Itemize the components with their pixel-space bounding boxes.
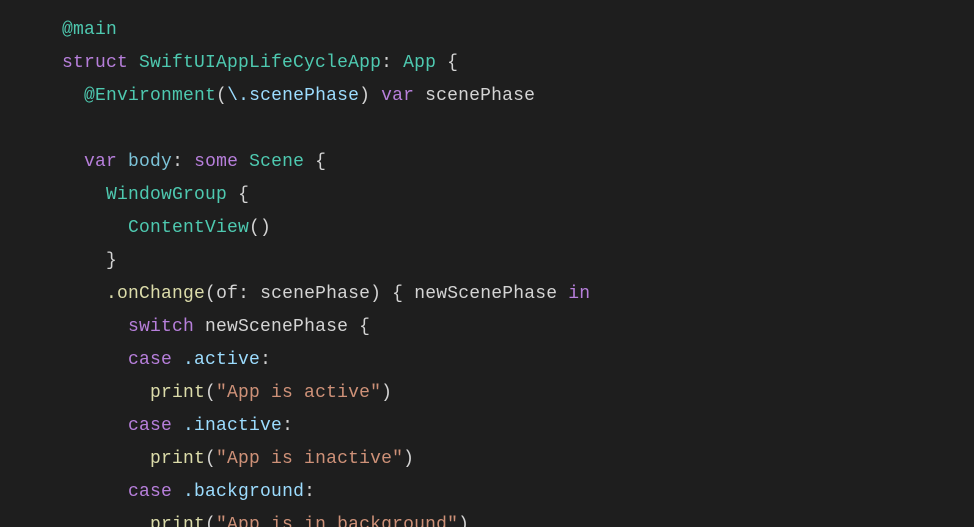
keyword-case: case — [128, 350, 172, 370]
switch-subject: newScenePhase — [205, 317, 348, 337]
paren: ( — [205, 449, 216, 469]
type-contentview: ContentView — [128, 218, 249, 238]
keyword-case: case — [128, 416, 172, 436]
string-background: "App is in background" — [216, 515, 458, 527]
func-print: print — [150, 449, 205, 469]
brace-open: { — [315, 152, 326, 172]
brace-open: { — [238, 185, 249, 205]
colon: : — [381, 53, 403, 73]
paren: ) — [359, 86, 370, 106]
keyword-in: in — [568, 284, 590, 304]
paren: ( — [205, 515, 216, 527]
colon: : — [172, 152, 194, 172]
brace-close: } — [106, 251, 117, 271]
brace-open: { — [447, 53, 458, 73]
keyword-some: some — [194, 152, 238, 172]
keyword-struct: struct — [62, 53, 128, 73]
keyword-var: var — [381, 86, 414, 106]
attribute-environment: @Environment — [84, 86, 216, 106]
keyword-var: var — [84, 152, 117, 172]
closure-param: newScenePhase — [414, 284, 557, 304]
string-active: "App is active" — [216, 383, 381, 403]
string-inactive: "App is inactive" — [216, 449, 403, 469]
protocol-app: App — [403, 53, 436, 73]
paren: ( — [216, 86, 227, 106]
code-block: @main struct SwiftUIAppLifeCycleApp: App… — [0, 0, 974, 527]
var-scenephase: scenePhase — [425, 86, 535, 106]
case-inactive: .inactive — [183, 416, 282, 436]
paren: ) — [381, 383, 392, 403]
colon: : — [304, 482, 315, 502]
var-body: body — [128, 152, 172, 172]
keyword-case: case — [128, 482, 172, 502]
type-name: SwiftUIAppLifeCycleApp — [139, 53, 381, 73]
paren: ( — [205, 383, 216, 403]
attribute-main: @main — [62, 20, 117, 40]
type-scene: Scene — [249, 152, 304, 172]
type-windowgroup: WindowGroup — [106, 185, 227, 205]
colon: : — [282, 416, 293, 436]
arg-of-label: of — [216, 284, 238, 304]
keyword-switch: switch — [128, 317, 194, 337]
colon: : — [260, 350, 271, 370]
func-print: print — [150, 383, 205, 403]
func-print: print — [150, 515, 205, 527]
paren: ) — [370, 284, 381, 304]
case-active: .active — [183, 350, 260, 370]
brace-open: { — [392, 284, 403, 304]
paren: ) — [458, 515, 469, 527]
keypath-scenephase: \.scenePhase — [227, 86, 359, 106]
paren: ( — [205, 284, 216, 304]
func-onchange: .onChange — [106, 284, 205, 304]
paren: ) — [403, 449, 414, 469]
arg-scenephase: scenePhase — [260, 284, 370, 304]
parens: () — [249, 218, 271, 238]
case-background: .background — [183, 482, 304, 502]
brace-open: { — [359, 317, 370, 337]
colon: : — [238, 284, 260, 304]
